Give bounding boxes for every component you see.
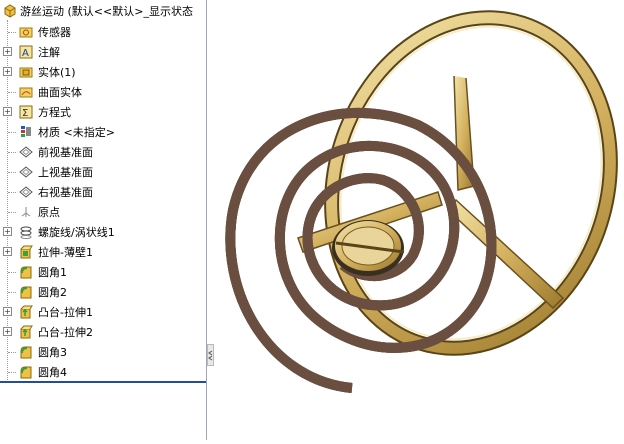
expand-icon[interactable]: +	[3, 247, 12, 256]
tree-item[interactable]: 圆角3	[0, 342, 206, 362]
tree-item[interactable]: + 凸台-拉伸2	[0, 322, 206, 342]
tree-branch-line	[8, 92, 16, 93]
tree-item-label: 拉伸-薄壁1	[38, 246, 93, 259]
tree-item[interactable]: 传感器	[0, 22, 206, 42]
tree-item-label: 上视基准面	[38, 166, 93, 179]
tree-item[interactable]: 材质 <未指定>	[0, 122, 206, 142]
collet	[332, 220, 405, 276]
helix-icon	[18, 224, 33, 239]
tree-branch-line	[8, 192, 16, 193]
tree-item-label: 圆角3	[38, 346, 67, 359]
part-icon	[2, 4, 17, 19]
tree-item[interactable]: 圆角2	[0, 282, 206, 302]
tree-item[interactable]: 曲面实体	[0, 82, 206, 102]
tree-item-label: 原点	[38, 206, 60, 219]
tree-item-label: 圆角4	[38, 366, 67, 379]
fillet-icon	[18, 364, 33, 379]
fillet-icon	[18, 284, 33, 299]
tree-root-row[interactable]: 游丝运动 (默认<<默认>_显示状态	[0, 1, 206, 21]
boss-extrude-icon	[18, 324, 33, 339]
tree-item-label: 右视基准面	[38, 186, 93, 199]
material-icon	[18, 124, 33, 139]
boss-extrude-icon	[18, 304, 33, 319]
expand-icon[interactable]: +	[3, 47, 12, 56]
tree-item-label: 方程式	[38, 106, 71, 119]
expand-icon[interactable]: +	[3, 67, 12, 76]
tree-item[interactable]: 原点	[0, 202, 206, 222]
plane-icon	[18, 144, 33, 159]
extrude-icon	[18, 244, 33, 259]
feature-manager-tree: 游丝运动 (默认<<默认>_显示状态 传感器 + A 注解 + 实体(1) 曲面实体 + Σ 方程…	[0, 0, 207, 440]
tree-item-label: 曲面实体	[38, 86, 82, 99]
tree-item[interactable]: + Σ 方程式	[0, 102, 206, 122]
tree-item[interactable]: + A 注解	[0, 42, 206, 62]
tree-root-label: 游丝运动 (默认<<默认>_显示状态	[20, 5, 193, 18]
equations-icon: Σ	[18, 104, 33, 119]
surface-bodies-folder-icon	[18, 84, 33, 99]
expand-icon[interactable]: +	[3, 327, 12, 336]
tree-branch-line	[8, 372, 16, 373]
svg-text:Σ: Σ	[22, 108, 28, 119]
svg-text:A: A	[22, 48, 29, 59]
tree-item[interactable]: 圆角4	[0, 362, 206, 382]
tree-item-label: 材质 <未指定>	[38, 126, 115, 139]
tree-branch-line	[8, 32, 16, 33]
plane-icon	[18, 184, 33, 199]
solid-bodies-folder-icon	[18, 64, 33, 79]
expand-icon[interactable]: +	[3, 107, 12, 116]
fillet-icon	[18, 264, 33, 279]
tree-branch-line	[8, 272, 16, 273]
tree-branch-line	[8, 132, 16, 133]
tree-branch-line	[8, 172, 16, 173]
tree-item-label: 传感器	[38, 26, 71, 39]
plane-icon	[18, 164, 33, 179]
tree-item[interactable]: + 拉伸-薄壁1	[0, 242, 206, 262]
fillet-icon	[18, 344, 33, 359]
tree-item-label: 凸台-拉伸1	[38, 306, 93, 319]
tree-end-marker	[0, 381, 206, 383]
tree-branch-line	[8, 292, 16, 293]
tree-item[interactable]: + 实体(1)	[0, 62, 206, 82]
tree-item[interactable]: 上视基准面	[0, 162, 206, 182]
tree-item[interactable]: + 螺旋线/涡状线1	[0, 222, 206, 242]
annotation-icon: A	[18, 44, 33, 59]
tree-branch-line	[8, 212, 16, 213]
tree-item-label: 注解	[38, 46, 60, 59]
tree-item[interactable]: 右视基准面	[0, 182, 206, 202]
expand-icon[interactable]: +	[3, 227, 12, 236]
tree-item[interactable]: 圆角1	[0, 262, 206, 282]
tree-item-label: 前视基准面	[38, 146, 93, 159]
tree-item[interactable]: + 凸台-拉伸1	[0, 302, 206, 322]
tree-item-label: 凸台-拉伸2	[38, 326, 93, 339]
tree-item[interactable]: 前视基准面	[0, 142, 206, 162]
tree-item-label: 螺旋线/涡状线1	[38, 226, 115, 239]
tree-item-label: 圆角2	[38, 286, 67, 299]
tree-item-label: 圆角1	[38, 266, 67, 279]
tree-branch-line	[8, 152, 16, 153]
tree-branch-line	[8, 352, 16, 353]
graphics-viewport[interactable]	[208, 0, 624, 440]
tree-item-label: 实体(1)	[38, 66, 76, 79]
origin-icon	[18, 204, 33, 219]
expand-icon[interactable]: +	[3, 307, 12, 316]
sensor-folder-icon	[18, 24, 33, 39]
